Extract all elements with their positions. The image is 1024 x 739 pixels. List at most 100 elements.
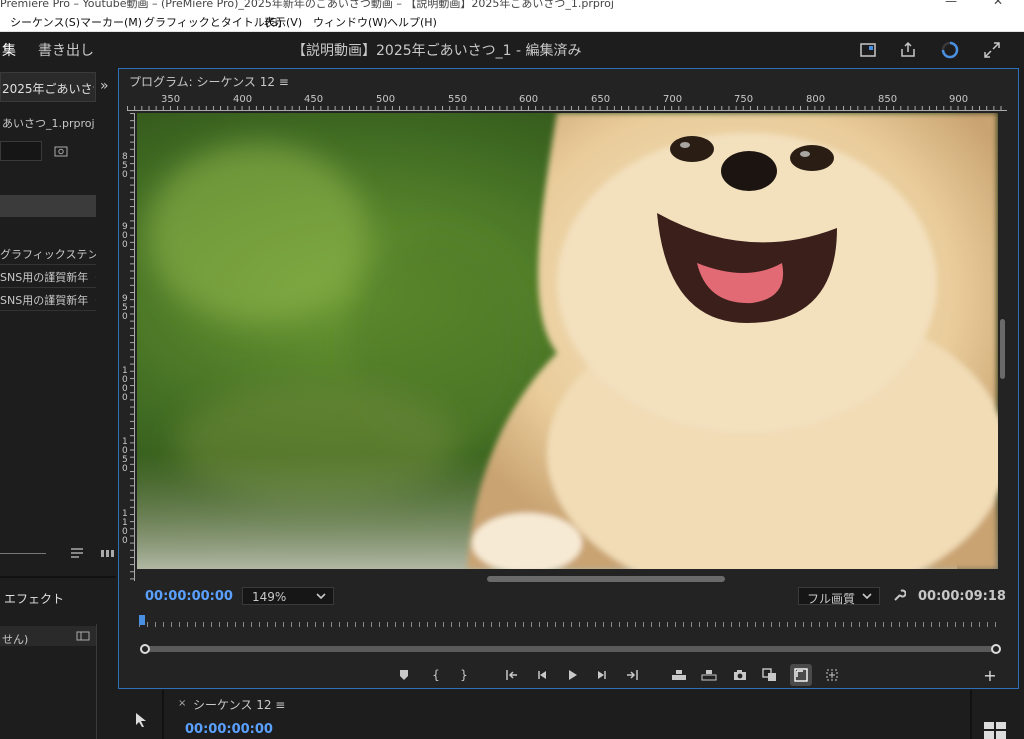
vruler-label: 1100 [122,510,130,546]
zoom-value: 149% [252,590,287,604]
scroll-handle-right[interactable] [991,644,1001,654]
step-forward-button[interactable] [591,664,613,686]
ruler-tick-label: 450 [304,94,324,105]
vr-icon [826,669,838,681]
ruler-tick-label: 600 [519,94,539,105]
go-to-out-icon [627,670,638,680]
video-frame[interactable] [137,113,998,569]
step-forward-icon [598,671,606,679]
tab-edit[interactable]: 集 [2,40,16,60]
menu-graphics-titles[interactable]: グラフィックとタイトル(G) [144,14,282,30]
mark-in-button[interactable]: { [425,664,447,686]
extract-icon [701,670,717,681]
menu-marker[interactable]: マーカー(M) [80,14,142,30]
close-button[interactable]: ✕ [993,0,1003,8]
out-point-icon: } [460,668,468,682]
panel-divider [0,576,116,578]
play-button[interactable] [561,664,583,686]
add-icon: + [983,665,997,685]
quality-value: フル画質 [807,592,856,606]
audio-meter-icon [984,722,1006,739]
vruler-label: 950 [122,295,130,322]
scroll-handle-left[interactable] [140,644,150,654]
program-monitor-title: プログラム: シーケンス 12 ≡ [129,75,289,89]
go-to-in-icon [506,670,517,680]
menu-bar: シーケンス(S) マーカー(M) グラフィックとタイトル(G) 表示(V) ウィ… [0,10,1024,32]
share-icon[interactable] [898,40,918,60]
list-item[interactable]: グラフィックステンプレ [0,246,96,262]
quick-export-icon[interactable] [858,40,878,60]
minimize-button[interactable]: — [945,0,957,8]
effects-tab[interactable]: エフェクト [4,590,64,607]
vruler-label: 1050 [122,438,130,474]
go-to-in-button[interactable] [501,664,523,686]
mark-out-button[interactable]: } [453,664,475,686]
menu-help[interactable]: ヘルプ(H) [387,14,437,30]
project-file-name: あいさつ_1.prproj [2,117,95,130]
window-title: Premiere Pro – Youtube動画 – (PreMiere Pro… [0,0,614,10]
menu-view[interactable]: 表示(V) [264,14,302,30]
scroll-track [96,624,97,739]
step-back-button[interactable] [531,664,553,686]
ruler-tick-label: 650 [591,94,611,105]
row-divider [0,264,96,265]
play-icon [569,670,577,680]
h-scrollbar[interactable] [487,576,725,582]
chevron-down-icon [862,593,872,600]
ruler-tick-label: 400 [233,94,253,105]
project-panel: 2025年ごあいさつ_1 » あいさつ_1.prproj グラフィックステンプレ… [0,68,116,739]
safe-margins-icon [794,668,808,682]
camera-icon [734,670,746,680]
document-title: 【説明動画】2025年ごあいさつ_1 - 編集済み [292,43,582,59]
ruler-tick-label: 800 [806,94,826,105]
vruler-label: 900 [122,223,130,250]
add-marker-button[interactable] [393,664,415,686]
ruler-tick-label: 850 [878,94,898,105]
lift-button[interactable] [668,664,690,686]
list-item[interactable]: SNS用の謹賀新年（年 [0,269,96,285]
panel-divider [162,690,164,739]
in-point-icon: { [432,668,440,682]
zoom-scroll-bar[interactable] [145,646,997,652]
vr-video-button[interactable] [821,664,843,686]
marker-icon [400,670,408,680]
effects-sub-label: せん) [2,633,29,646]
comparison-icon [762,668,776,681]
bin-search-icon[interactable] [54,144,68,158]
ruler-tick-label: 700 [663,94,683,105]
playhead[interactable] [139,615,145,625]
panel-toggle-icon[interactable] [76,631,90,641]
button-editor-button[interactable]: + [979,664,1001,686]
panel-overflow-icon[interactable]: » [100,78,109,94]
v-scrollbar[interactable] [1000,319,1005,379]
list-view-icon[interactable] [70,547,84,559]
vertical-ruler: 850 900 950 1000 1050 1100 [121,113,135,581]
project-search-input[interactable] [0,141,42,161]
current-timecode[interactable]: 00:00:00:00 [145,589,233,604]
go-to-out-button[interactable] [621,664,643,686]
tab-export[interactable]: 書き出し [38,40,94,60]
export-frame-button[interactable] [729,664,751,686]
dog-photo [137,113,998,569]
icon-view-icon[interactable] [100,547,114,559]
safe-margins-button[interactable] [790,664,812,686]
menu-sequence[interactable]: シーケンス(S) [10,14,80,30]
timeline-timecode[interactable]: 00:00:00:00 [185,722,273,737]
ruler-tick-label: 550 [448,94,468,105]
menu-window[interactable]: ウィンドウ(W) [313,14,387,30]
time-ruler[interactable] [139,615,999,627]
progress-icon[interactable] [940,40,960,60]
app-header: 集 書き出し 【説明動画】2025年ごあいさつ_1 - 編集済み [0,32,1024,68]
close-icon[interactable]: × [178,698,186,709]
ruler-tick-label: 900 [949,94,969,105]
timeline-title[interactable]: シーケンス 12 ≡ [193,696,285,713]
selection-tool-icon[interactable] [134,712,148,728]
wrench-icon[interactable] [892,588,906,602]
lift-icon [672,670,686,680]
list-item[interactable]: SNS用の謹賀新年（ [0,292,96,308]
comparison-view-button[interactable] [759,664,781,686]
horizontal-ruler: 350 400 450 500 550 600 650 700 750 800 … [127,93,1007,111]
fullscreen-icon[interactable] [982,40,1002,60]
zoom-slider[interactable] [0,553,46,554]
extract-button[interactable] [698,664,720,686]
